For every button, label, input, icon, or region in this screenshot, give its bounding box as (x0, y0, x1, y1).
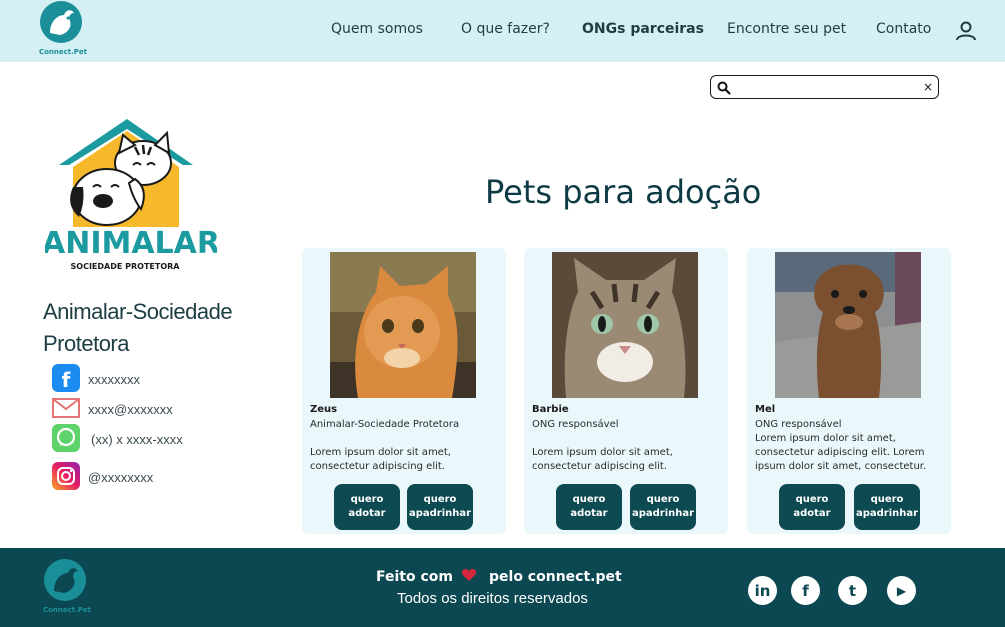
sponsor-button[interactable]: quero apadrinhar (407, 484, 473, 530)
pet-ong: Animalar-Sociedade Protetora (310, 419, 460, 430)
ong-name: Animalar-Sociedade Protetora (43, 299, 233, 356)
sponsor-button[interactable]: quero apadrinhar (854, 484, 920, 530)
pet-ong: ONG responsável (755, 419, 842, 430)
footer-logo-text: Connect.Pet (42, 606, 92, 614)
contact-facebook-text: xxxxxxxx (88, 372, 140, 387)
adopt-button[interactable]: quero adotar (556, 484, 622, 530)
search-box: × (710, 75, 939, 99)
nav-o-que-fazer[interactable]: O que fazer? (461, 21, 550, 37)
contact-instagram-text: @xxxxxxxx (88, 470, 154, 485)
pet-card: Zeus Animalar-Sociedade Protetora Lorem … (302, 248, 506, 534)
contact-email-text: xxxx@xxxxxxx (88, 402, 173, 417)
pet-card: Mel ONG responsável Lorem ipsum dolor si… (747, 248, 951, 534)
ong-logo: ANIMALAR SOCIEDADE PROTETORA (42, 117, 220, 272)
clear-search-icon[interactable]: × (923, 79, 933, 95)
youtube-icon[interactable]: ▶ (887, 576, 916, 605)
adopt-button[interactable]: quero adotar (334, 484, 400, 530)
pet-photo (775, 252, 921, 398)
pet-name: Zeus (310, 404, 338, 415)
facebook-icon: f (52, 364, 80, 392)
heart-icon (461, 567, 477, 583)
pet-description: Lorem ipsum dolor sit amet, consectetur … (532, 447, 673, 472)
user-icon[interactable] (954, 19, 978, 43)
ong-logo-title: ANIMALAR (45, 226, 217, 261)
instagram-icon (52, 462, 80, 490)
logo-text: Connect.Pet (38, 48, 88, 56)
logo-mark-icon (44, 559, 86, 601)
pet-card: Barbie ONG responsável Lorem ipsum dolor… (524, 248, 728, 534)
nav-encontre-seu-pet[interactable]: Encontre seu pet (727, 21, 846, 37)
connect-pet-logo[interactable]: Connect.Pet (38, 0, 88, 60)
footer-made-by: pelo connect.pet (489, 569, 622, 585)
nav-quem-somos[interactable]: Quem somos (331, 21, 423, 37)
search-input[interactable] (735, 78, 920, 96)
pet-description: Lorem ipsum dolor sit amet, consectetur … (310, 447, 451, 472)
mail-icon (52, 394, 80, 422)
pet-ong: ONG responsável (532, 419, 619, 430)
footer-rights: Todos os direitos reservados (397, 590, 588, 607)
page-title: Pets para adoção (485, 173, 762, 211)
search-icon (717, 80, 731, 95)
nav-contato[interactable]: Contato (876, 21, 931, 37)
twitter-icon[interactable]: t (838, 576, 867, 605)
facebook-icon[interactable]: f (791, 576, 820, 605)
ong-logo-subtitle: SOCIEDADE PROTETORA (71, 262, 181, 271)
whatsapp-icon (52, 424, 80, 452)
footer-logo[interactable]: Connect.Pet (42, 558, 92, 618)
pet-description: Lorem ipsum dolor sit amet, consectetur … (755, 433, 927, 472)
pet-name: Barbie (532, 404, 569, 415)
nav-ongs-parceiras[interactable]: ONGs parceiras (582, 21, 704, 37)
sponsor-button[interactable]: quero apadrinhar (630, 484, 696, 530)
svg-text:f: f (62, 368, 71, 392)
contact-whatsapp-text: (xx) x xxxx-xxxx (91, 432, 183, 447)
logo-mark-icon (40, 1, 82, 43)
pet-name: Mel (755, 404, 776, 415)
pet-photo (330, 252, 476, 398)
site-header: Connect.Pet Quem somos O que fazer? ONGs… (0, 0, 1005, 62)
pet-photo (552, 252, 698, 398)
adopt-button[interactable]: quero adotar (779, 484, 845, 530)
footer-made-with: Feito com (376, 569, 453, 585)
site-footer: Connect.Pet Feito com pelo connect.pet T… (0, 548, 1005, 627)
linkedin-icon[interactable]: in (748, 576, 777, 605)
